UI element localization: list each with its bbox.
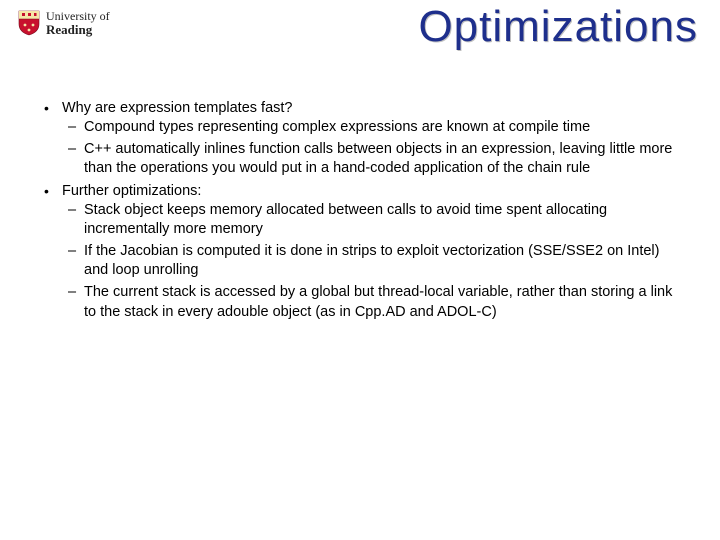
logo-text: University of Reading bbox=[46, 10, 110, 36]
bullet-0-sub-0: Compound types representing complex expr… bbox=[62, 118, 680, 138]
slide-title: Optimizations bbox=[418, 2, 698, 52]
bullet-1-sub-1: If the Jacobian is computed it is done i… bbox=[62, 242, 680, 281]
bullet-1: Further optimizations: Stack object keep… bbox=[40, 183, 680, 322]
header: University of Reading Optimizations bbox=[0, 0, 720, 70]
logo-line1: University of bbox=[46, 10, 110, 23]
bullet-0-sub-1: C++ automatically inlines function calls… bbox=[62, 140, 680, 179]
shield-icon bbox=[18, 10, 40, 36]
bullet-1-heading: Further optimizations: bbox=[62, 183, 201, 199]
university-logo: University of Reading bbox=[18, 10, 110, 36]
logo-line2: Reading bbox=[46, 23, 110, 37]
bullet-1-sub-2: The current stack is accessed by a globa… bbox=[62, 283, 680, 322]
slide-body: Why are expression templates fast? Compo… bbox=[40, 100, 680, 326]
bullet-1-sub-0: Stack object keeps memory allocated betw… bbox=[62, 201, 680, 240]
bullet-0: Why are expression templates fast? Compo… bbox=[40, 100, 680, 179]
bullet-0-heading: Why are expression templates fast? bbox=[62, 100, 293, 116]
